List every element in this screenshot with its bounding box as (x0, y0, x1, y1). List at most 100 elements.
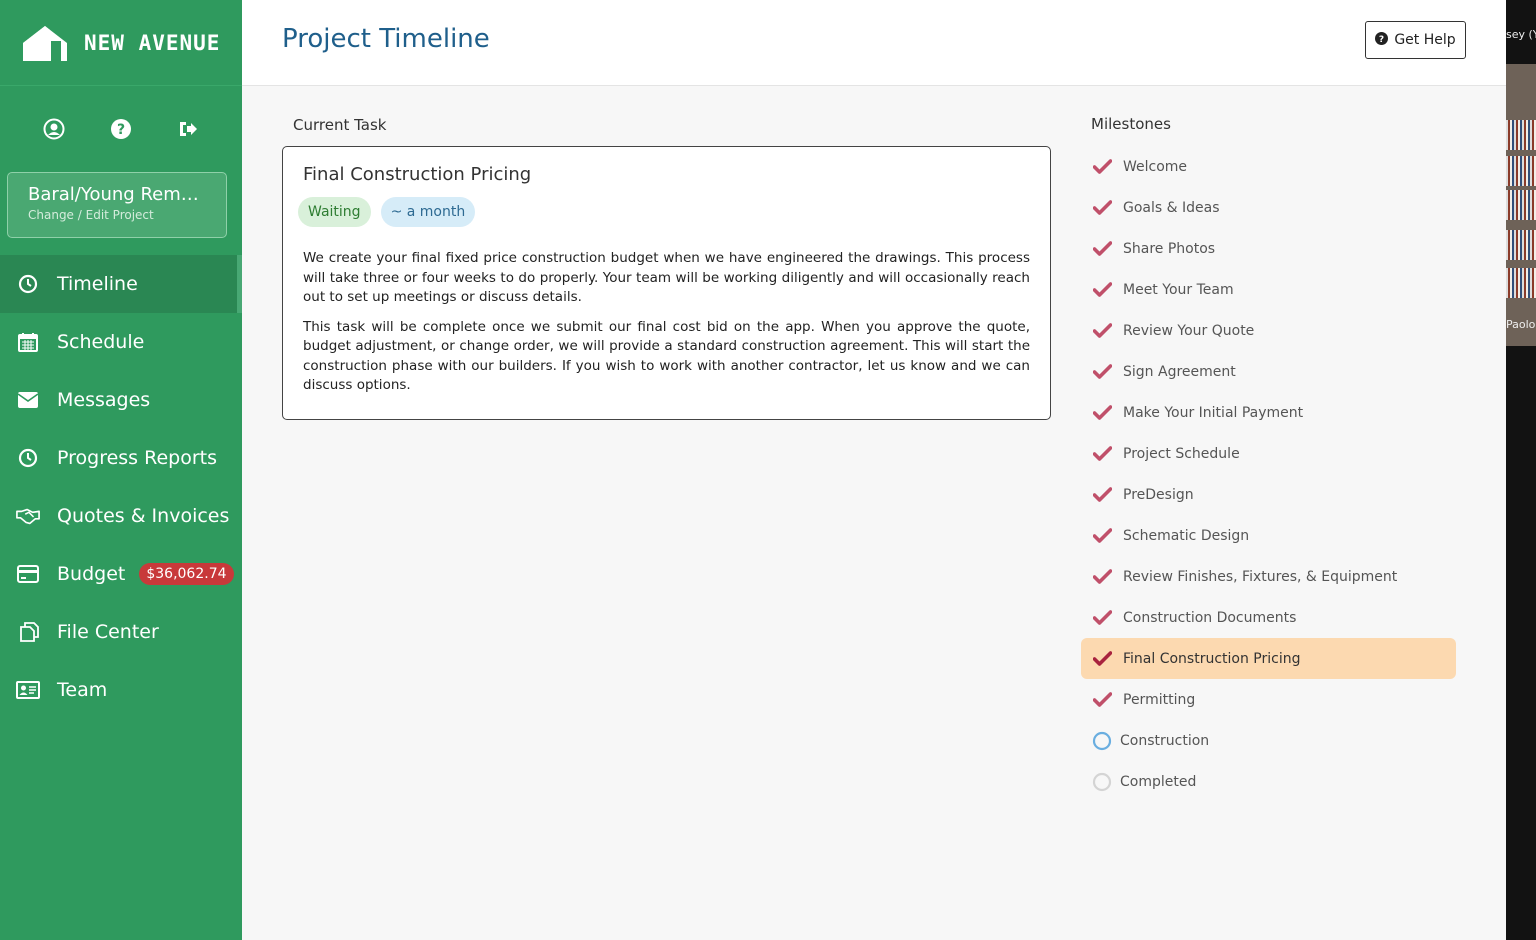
svg-text:?: ? (1379, 35, 1384, 45)
files-icon (16, 620, 40, 644)
sidebar-icon-row: ? (0, 86, 242, 172)
brand[interactable]: NEW AVENUE (0, 0, 242, 86)
question-circle-icon: ? (1375, 31, 1389, 49)
brand-name: NEW AVENUE (84, 30, 221, 55)
milestone-label: Welcome (1123, 158, 1188, 175)
sidebar-item-label: Budget (57, 563, 126, 585)
milestone-label: Make Your Initial Payment (1123, 404, 1304, 421)
milestone-item[interactable]: Completed (1081, 761, 1456, 802)
milestone-item[interactable]: Sign Agreement (1081, 351, 1456, 392)
sidebar-item-progress-reports[interactable]: Progress Reports (0, 429, 242, 487)
project-name: Baral/Young Remo... (28, 184, 206, 205)
video-thumbnail[interactable]: Paolo (1506, 64, 1536, 346)
sidebar-item-label: File Center (57, 621, 159, 643)
current-task-card: Final Construction Pricing Waiting ~ a m… (282, 146, 1051, 420)
milestone-item[interactable]: Final Construction Pricing (1081, 638, 1456, 679)
sidebar-item-label: Timeline (57, 273, 138, 295)
id-card-icon (16, 678, 40, 702)
credit-card-icon (16, 562, 40, 586)
milestone-label: Sign Agreement (1123, 363, 1236, 380)
milestone-label: Review Your Quote (1123, 322, 1255, 339)
svg-text:?: ? (117, 122, 125, 138)
bookshelf-decoration (1506, 230, 1536, 260)
handshake-icon (16, 504, 40, 528)
video-window-edge: sey (Y Paolo (1506, 0, 1536, 940)
sidebar-item-file-center[interactable]: File Center (0, 603, 242, 661)
milestone-item[interactable]: Welcome (1081, 146, 1456, 187)
check-icon (1091, 607, 1113, 629)
sidebar-item-team[interactable]: Team (0, 661, 242, 719)
milestone-item[interactable]: Share Photos (1081, 228, 1456, 269)
task-chips: Waiting ~ a month (298, 197, 1030, 227)
milestone-label: PreDesign (1123, 486, 1194, 503)
milestone-item[interactable]: Meet Your Team (1081, 269, 1456, 310)
task-title: Final Construction Pricing (303, 164, 532, 185)
sidebar-item-label: Team (57, 679, 108, 701)
sidebar-item-quotes-invoices[interactable]: Quotes & Invoices (0, 487, 242, 545)
bookshelf-decoration (1506, 268, 1536, 298)
milestone-item[interactable]: PreDesign (1081, 474, 1456, 515)
milestone-label: Review Finishes, Fixtures, & Equipment (1123, 568, 1398, 585)
milestone-item[interactable]: Review Finishes, Fixtures, & Equipment (1081, 556, 1456, 597)
milestone-item[interactable]: Construction (1081, 720, 1456, 761)
envelope-icon (16, 388, 40, 412)
milestone-item[interactable]: Review Your Quote (1081, 310, 1456, 351)
milestone-label: Share Photos (1123, 240, 1216, 257)
check-icon (1091, 279, 1113, 301)
check-icon (1091, 361, 1113, 383)
question-circle-icon[interactable]: ? (110, 118, 132, 140)
circle-outline-icon (1091, 771, 1113, 793)
milestone-label: Construction (1120, 732, 1210, 749)
sidebar-item-messages[interactable]: Messages (0, 371, 242, 429)
milestone-label: Construction Documents (1123, 609, 1297, 626)
circle-outline-icon (1091, 730, 1113, 752)
sidebar-item-timeline[interactable]: Timeline (0, 255, 242, 313)
milestone-label: Final Construction Pricing (1123, 650, 1301, 667)
page-title: Project Timeline (282, 24, 490, 54)
check-icon (1091, 320, 1113, 342)
milestone-item[interactable]: Schematic Design (1081, 515, 1456, 556)
sidebar-item-label: Quotes & Invoices (57, 505, 230, 527)
calendar-icon (16, 330, 40, 354)
clock-icon (16, 272, 40, 296)
sidebar-item-budget[interactable]: Budget $36,062.74 (0, 545, 242, 603)
task-description: This task will be complete once we submi… (303, 318, 1030, 394)
get-help-button[interactable]: ? Get Help (1365, 21, 1466, 59)
sidebar-item-schedule[interactable]: Schedule (0, 313, 242, 371)
check-icon (1091, 689, 1113, 711)
house-logo-icon (23, 25, 67, 61)
milestone-label: Goals & Ideas (1123, 199, 1220, 216)
project-selector[interactable]: Baral/Young Remo... Change / Edit Projec… (7, 172, 227, 238)
status-badge: Waiting (298, 197, 371, 227)
check-icon (1091, 648, 1113, 670)
milestone-item[interactable]: Make Your Initial Payment (1081, 392, 1456, 433)
user-circle-icon[interactable] (43, 118, 65, 140)
milestone-label: Permitting (1123, 691, 1196, 708)
milestone-item[interactable]: Permitting (1081, 679, 1456, 720)
top-header: Project Timeline ? Get Help (242, 0, 1506, 86)
milestone-label: Completed (1120, 773, 1197, 790)
check-icon (1091, 566, 1113, 588)
check-icon (1091, 484, 1113, 506)
check-icon (1091, 443, 1113, 465)
video-participant-name: sey (Y (1506, 28, 1536, 41)
check-icon (1091, 238, 1113, 260)
task-description: We create your final fixed price constru… (303, 250, 1030, 305)
milestone-item[interactable]: Goals & Ideas (1081, 187, 1456, 228)
sign-out-icon[interactable] (177, 118, 199, 140)
project-change-link[interactable]: Change / Edit Project (28, 208, 206, 222)
budget-badge: $36,062.74 (139, 563, 234, 585)
milestones-label: Milestones (1091, 115, 1171, 133)
sidebar-item-label: Messages (57, 389, 151, 411)
sidebar-item-label: Progress Reports (57, 447, 218, 469)
milestone-item[interactable]: Construction Documents (1081, 597, 1456, 638)
check-icon (1091, 402, 1113, 424)
duration-badge: ~ a month (380, 197, 476, 227)
check-icon (1091, 156, 1113, 178)
sidebar-nav: Timeline Schedule Messages Progress Repo… (0, 255, 242, 719)
milestone-item[interactable]: Project Schedule (1081, 433, 1456, 474)
milestone-label: Meet Your Team (1123, 281, 1234, 298)
milestones-list: Welcome Goals & Ideas Share Photos Meet You… (1081, 146, 1456, 802)
bookshelf-decoration (1506, 120, 1536, 150)
video-participant-name: Paolo (1506, 318, 1536, 331)
